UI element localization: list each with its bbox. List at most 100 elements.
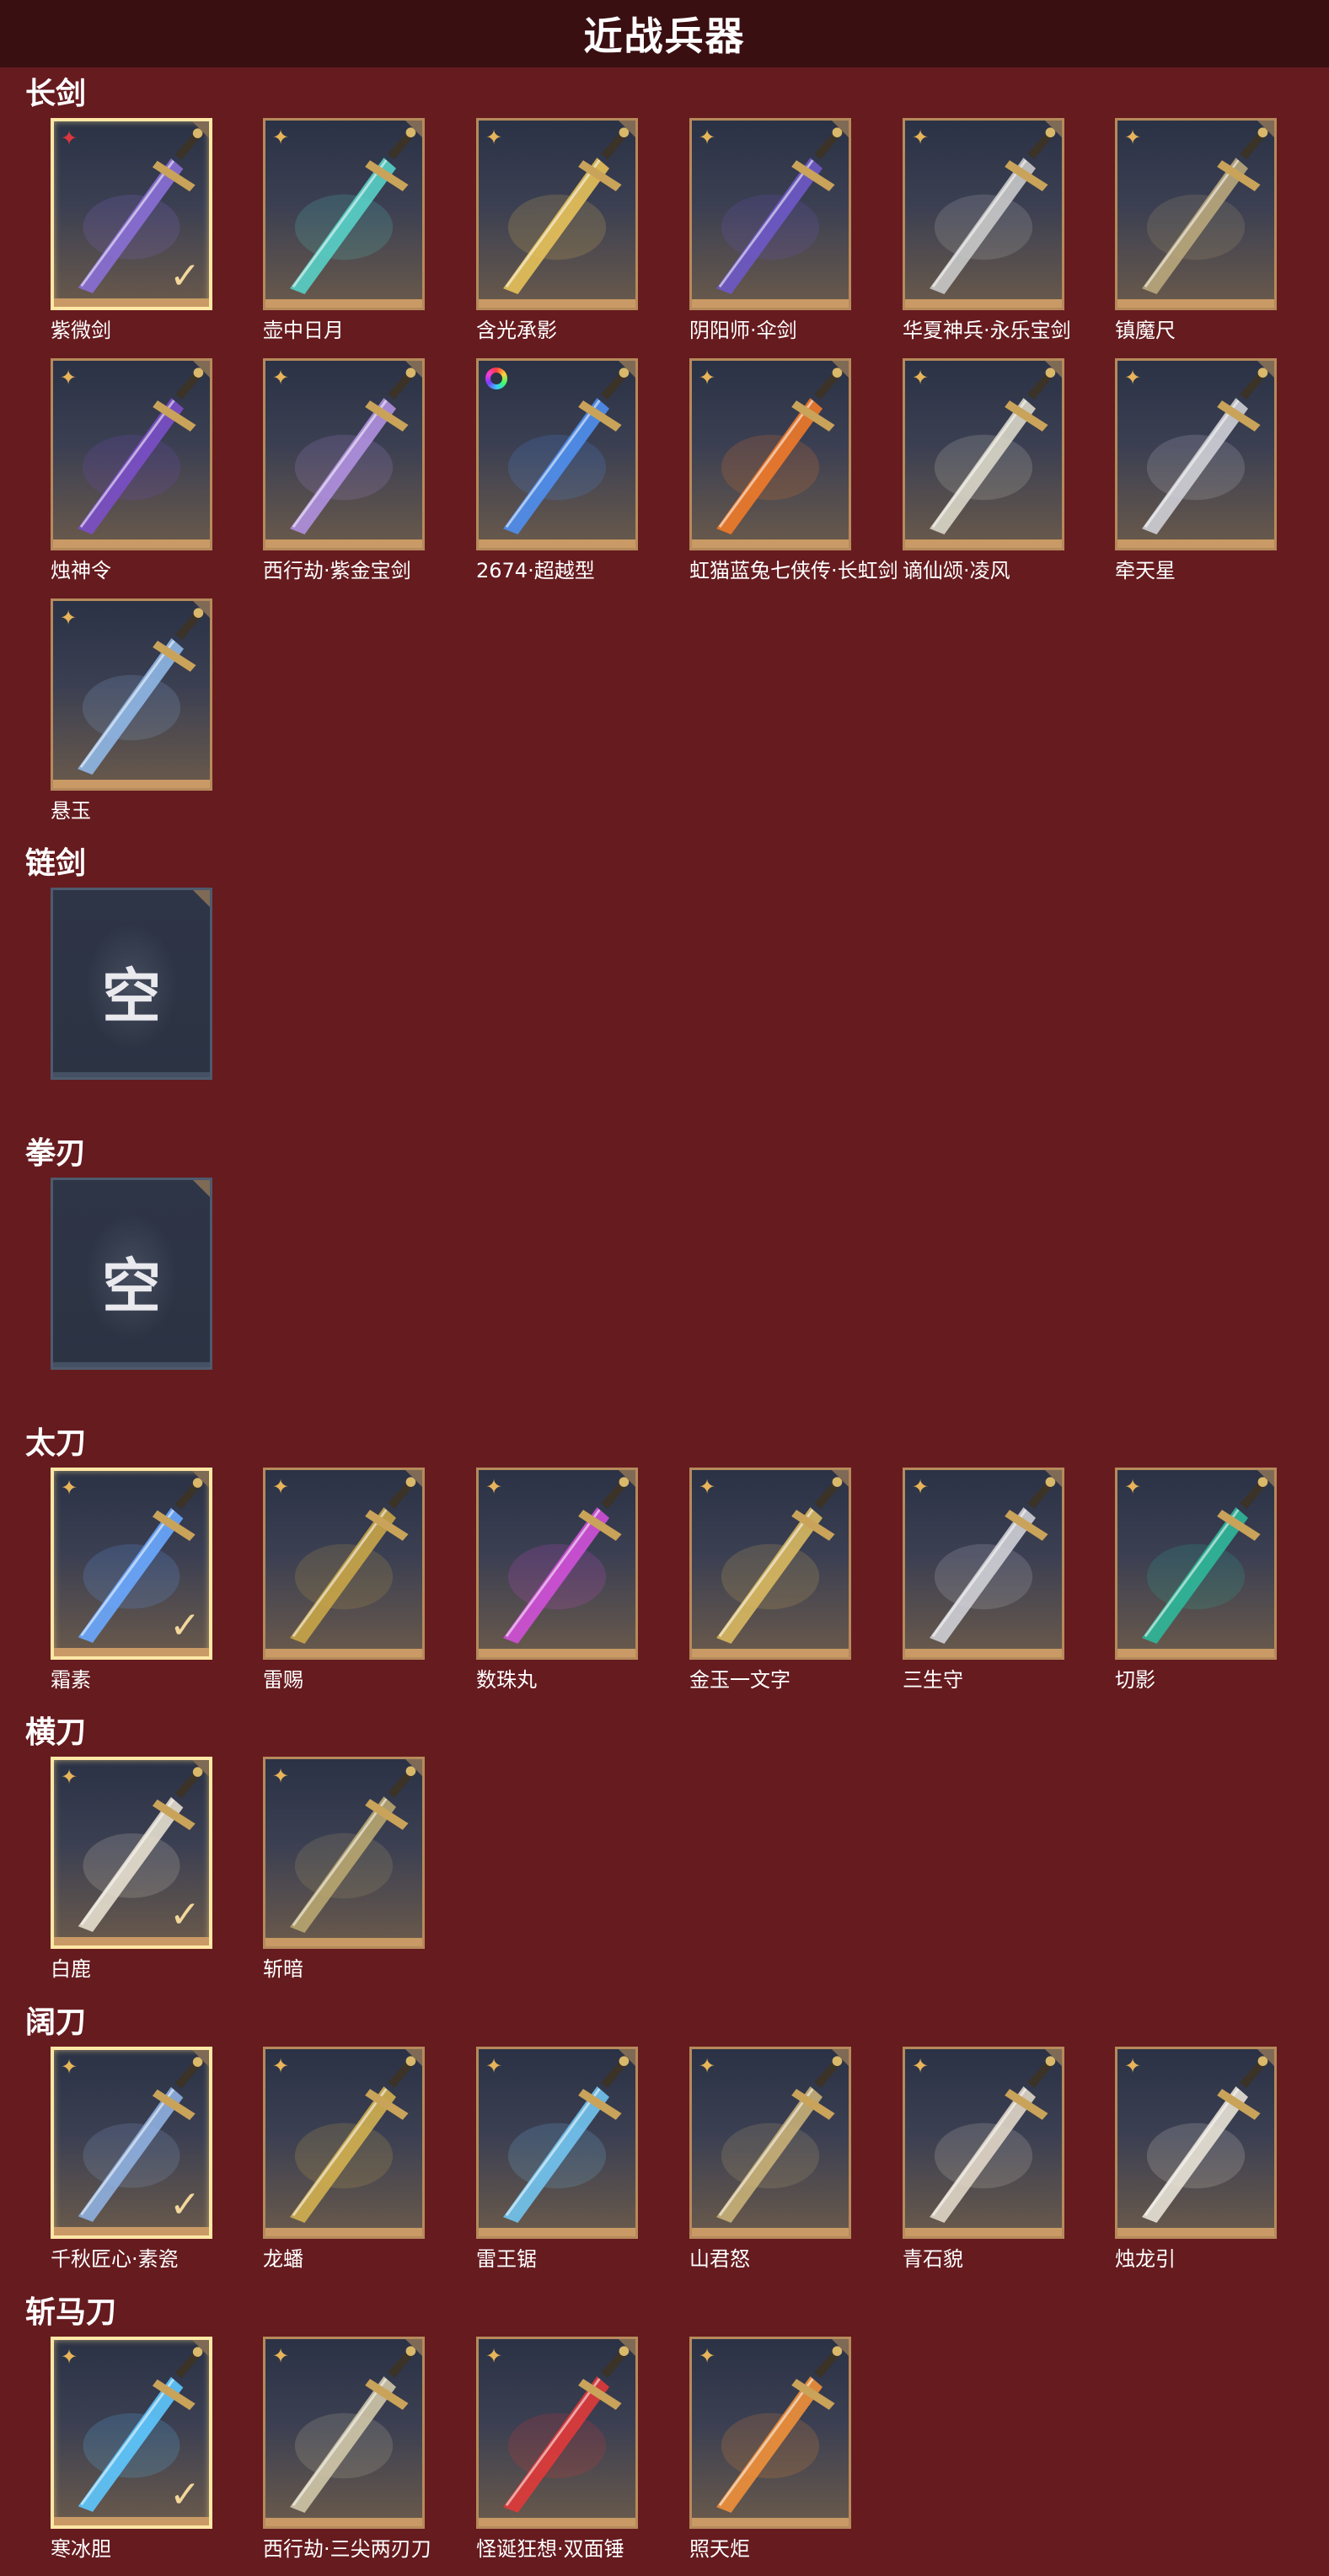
weapon-card[interactable]: ✦ (476, 1468, 638, 1660)
weapon-card[interactable]: ✦ (903, 358, 1064, 550)
section-title: 阔刀 (25, 2005, 87, 2040)
empty-label: 空 (102, 962, 161, 1031)
empty-weapon-slot[interactable]: 空 (51, 1178, 212, 1370)
equipped-check-icon: ✓ (169, 255, 201, 298)
weapon-name: 紫微剑 (51, 319, 111, 342)
card-bottom-bar (53, 539, 210, 548)
card-bottom-bar (265, 1938, 422, 1946)
card-bottom-bar (54, 2227, 209, 2235)
gold-star-icon: ✦ (699, 2054, 716, 2078)
weapon-name: 阴阳师·伞剑 (689, 319, 797, 342)
gold-star-icon: ✦ (61, 1476, 78, 1500)
gold-star-icon: ✦ (272, 2054, 290, 2078)
weapon-card[interactable]: ✦ (689, 118, 851, 310)
card-bottom-bar (53, 1072, 210, 1077)
weapon-card[interactable] (476, 358, 638, 550)
weapon-card[interactable]: ✦ (689, 2337, 851, 2529)
weapon-card[interactable]: ✦ ✓ (51, 2337, 212, 2529)
gold-star-icon: ✦ (61, 1765, 78, 1789)
empty-label: 空 (102, 1252, 161, 1321)
weapon-card[interactable]: ✦ (263, 1468, 425, 1660)
card-bottom-bar (54, 1937, 209, 1945)
red-star-icon: ✦ (61, 126, 78, 150)
gold-star-icon: ✦ (60, 366, 78, 389)
rainbow-rarity-icon (485, 368, 507, 389)
weapon-name: 龙蟠 (263, 2247, 303, 2271)
card-bottom-bar (692, 2228, 849, 2236)
weapon-name: 雷王锯 (476, 2247, 537, 2271)
weapon-name: 切影 (1115, 1668, 1155, 1692)
weapon-name: 白鹿 (51, 1957, 91, 1981)
page-header: 近战兵器 (0, 0, 1329, 67)
card-bottom-bar (265, 299, 422, 308)
weapon-name: 西行劫·三尖两刃刀 (263, 2537, 431, 2561)
card-bottom-bar (905, 539, 1062, 548)
weapon-card[interactable]: ✦ (476, 2337, 638, 2529)
card-bottom-bar (692, 2518, 849, 2526)
section-title: 链剑 (25, 846, 87, 881)
gold-star-icon: ✦ (485, 2054, 503, 2078)
card-bottom-bar (905, 299, 1062, 308)
weapon-card[interactable]: ✦ (903, 118, 1064, 310)
weapon-name: 寒冰胆 (51, 2537, 111, 2561)
section-title: 拳刃 (25, 1136, 87, 1171)
card-bottom-bar (905, 2228, 1062, 2236)
gold-star-icon: ✦ (912, 366, 930, 389)
weapon-name: 数珠丸 (476, 1668, 537, 1692)
card-bottom-bar (54, 2517, 209, 2525)
weapon-name: 西行劫·紫金宝剑 (263, 559, 411, 582)
card-bottom-bar (1117, 299, 1274, 308)
weapon-card[interactable]: ✦ ✓ (51, 1468, 212, 1660)
weapon-name: 三生守 (903, 1668, 963, 1692)
weapon-card[interactable]: ✦ (1115, 1468, 1277, 1660)
gold-star-icon: ✦ (1124, 2054, 1142, 2078)
weapon-card[interactable]: ✦ (263, 2337, 425, 2529)
weapon-card[interactable]: ✦ ✓ (51, 118, 212, 310)
weapon-name: 烛神令 (51, 559, 111, 582)
weapon-card[interactable]: ✦ (263, 1757, 425, 1949)
gold-star-icon: ✦ (1124, 1475, 1142, 1499)
weapon-card[interactable]: ✦ (1115, 118, 1277, 310)
gold-star-icon: ✦ (272, 126, 290, 149)
corner-tab-icon (193, 1180, 210, 1197)
gold-star-icon: ✦ (1124, 366, 1142, 389)
weapon-card[interactable]: ✦ ✓ (51, 2047, 212, 2239)
weapon-card[interactable]: ✦ (476, 118, 638, 310)
gold-star-icon: ✦ (272, 1475, 290, 1499)
weapon-name: 悬玉 (51, 799, 91, 823)
card-bottom-bar (1117, 1649, 1274, 1657)
card-bottom-bar (1117, 539, 1274, 548)
empty-weapon-slot[interactable]: 空 (51, 888, 212, 1080)
weapon-card[interactable]: ✦ (689, 1468, 851, 1660)
weapon-name: 含光承影 (476, 319, 557, 342)
weapon-card[interactable]: ✦ ✓ (51, 1757, 212, 1949)
gold-star-icon: ✦ (485, 1475, 503, 1499)
gold-star-icon: ✦ (61, 2055, 78, 2079)
gold-star-icon: ✦ (912, 2054, 930, 2078)
weapon-card[interactable]: ✦ (51, 358, 212, 550)
card-bottom-bar (265, 2518, 422, 2526)
corner-tab-icon (193, 890, 210, 907)
weapon-card[interactable]: ✦ (903, 1468, 1064, 1660)
weapon-card[interactable]: ✦ (1115, 2047, 1277, 2239)
gold-star-icon: ✦ (912, 1475, 930, 1499)
card-bottom-bar (265, 539, 422, 548)
weapon-card[interactable]: ✦ (689, 2047, 851, 2239)
card-bottom-bar (692, 1649, 849, 1657)
weapon-name: 斩暗 (263, 1957, 303, 1981)
weapon-card[interactable]: ✦ (263, 2047, 425, 2239)
weapon-card[interactable]: ✦ (263, 118, 425, 310)
weapon-card[interactable]: ✦ (476, 2047, 638, 2239)
weapon-card[interactable]: ✦ (903, 2047, 1064, 2239)
weapon-name: 2674·超越型 (476, 559, 595, 582)
card-bottom-bar (54, 298, 209, 307)
weapon-card[interactable]: ✦ (263, 358, 425, 550)
weapon-card[interactable]: ✦ (689, 358, 851, 550)
gold-star-icon: ✦ (699, 126, 716, 149)
weapon-name: 壶中日月 (263, 319, 344, 342)
weapon-name: 千秋匠心·素瓷 (51, 2247, 179, 2271)
weapon-card[interactable]: ✦ (51, 598, 212, 791)
weapon-name: 华夏神兵·永乐宝剑 (903, 319, 1071, 342)
gold-star-icon: ✦ (912, 126, 930, 149)
weapon-card[interactable]: ✦ (1115, 358, 1277, 550)
